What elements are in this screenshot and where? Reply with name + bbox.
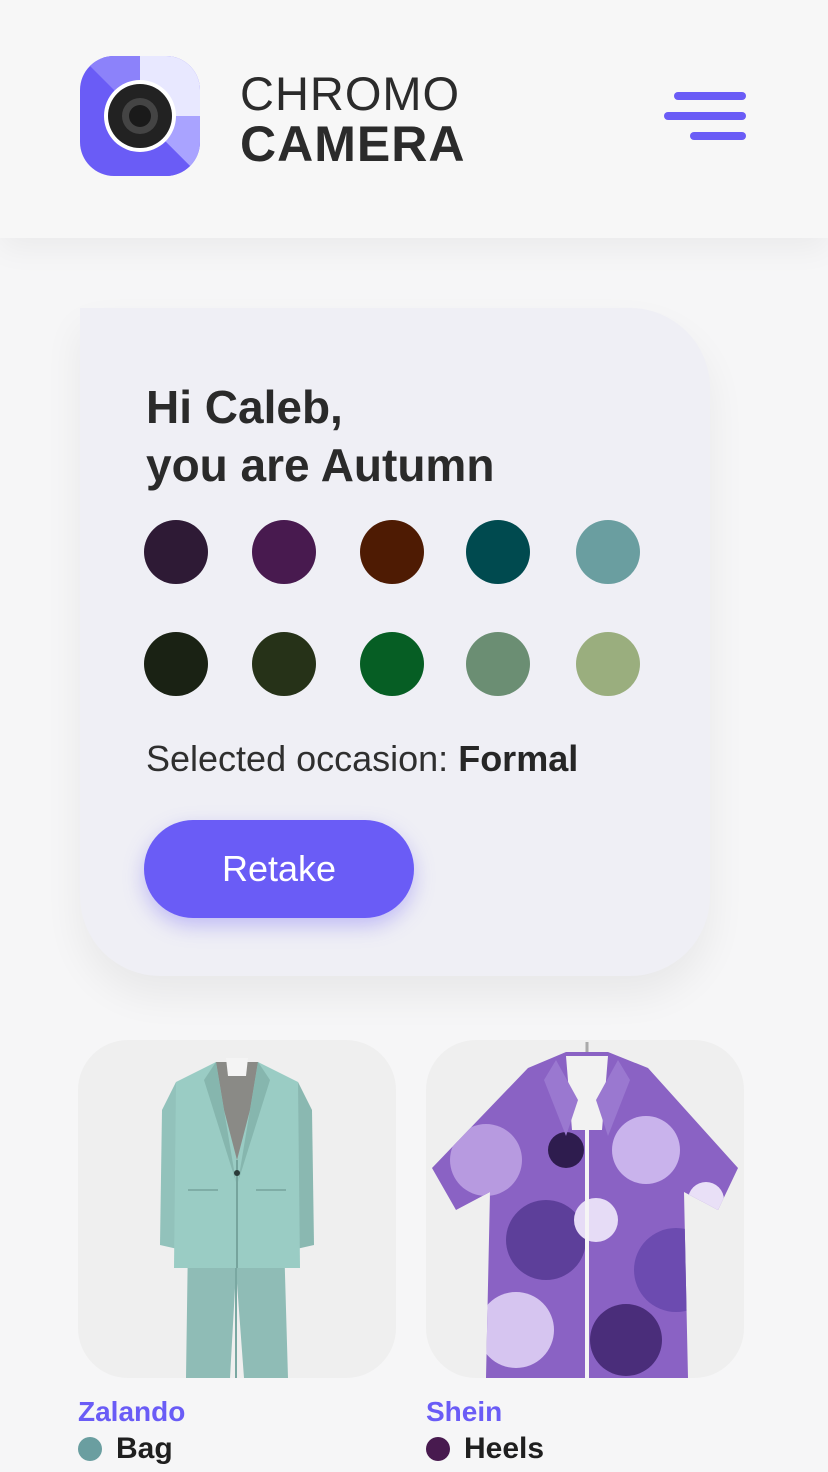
product-item-row: Bag (78, 1432, 396, 1466)
greeting-line-1: Hi Caleb, (146, 381, 343, 433)
store-link[interactable]: Zalando (78, 1396, 396, 1428)
season-result-card: Hi Caleb, you are Autumn Selected occasi… (80, 308, 710, 976)
color-swatch (466, 520, 530, 584)
item-color-dot (78, 1437, 102, 1461)
menu-bar (664, 112, 746, 120)
occasion-label: Selected occasion: (146, 738, 449, 779)
color-swatch (466, 632, 530, 696)
brand-line-1: CHROMO (240, 67, 461, 120)
color-swatch (144, 520, 208, 584)
color-swatch (360, 520, 424, 584)
item-name: Bag (116, 1432, 173, 1465)
color-swatch (576, 520, 640, 584)
color-swatch (144, 632, 208, 696)
store-link[interactable]: Shein (426, 1396, 744, 1428)
brand-line-2: CAMERA (240, 116, 466, 172)
occasion-value: Formal (458, 738, 579, 779)
product-item-row: Heels (426, 1432, 744, 1466)
product-card[interactable]: Shein Heels (426, 1040, 744, 1466)
brand-name: CHROMO CAMERA (240, 70, 465, 169)
selected-occasion: Selected occasion: Formal (146, 738, 578, 780)
suit-product-image[interactable] (78, 1040, 396, 1378)
greeting-heading: Hi Caleb, you are Autumn (146, 378, 494, 494)
item-name: Heels (464, 1432, 545, 1465)
product-card[interactable]: Zalando Bag (78, 1040, 396, 1466)
color-swatch (252, 520, 316, 584)
greeting-line-2: you are Autumn (146, 439, 495, 491)
app-header: CHROMO CAMERA (0, 0, 828, 238)
retake-button[interactable]: Retake (144, 820, 414, 918)
color-swatch (576, 632, 640, 696)
item-color-dot (426, 1437, 450, 1461)
camera-logo-icon (80, 56, 200, 176)
color-swatch (252, 632, 316, 696)
menu-bar (674, 92, 746, 100)
color-swatch (360, 632, 424, 696)
menu-bar (690, 132, 746, 140)
hamburger-menu-icon[interactable] (664, 88, 746, 148)
shirt-product-image[interactable] (426, 1040, 744, 1378)
